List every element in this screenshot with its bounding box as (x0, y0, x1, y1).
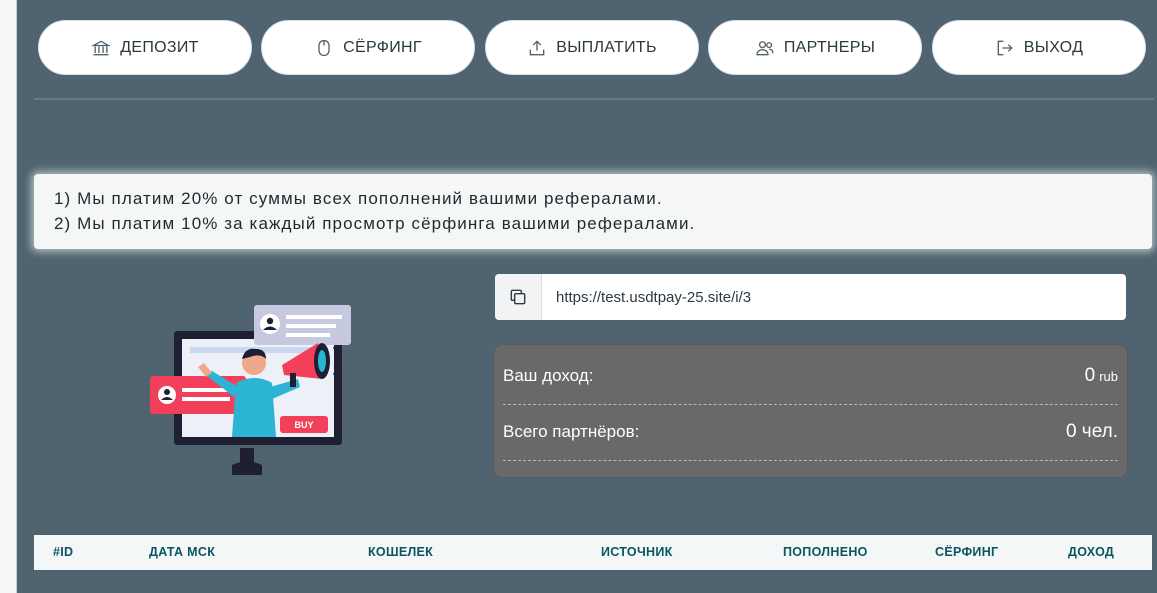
top-nav: ДЕПОЗИТ СЁРФИНГ ВЫПЛАТИТЬ ПАРТНЕРЫ ВЫХОД (38, 20, 1148, 77)
left-edge (0, 0, 17, 593)
buy-badge-text: BUY (294, 420, 313, 430)
upload-icon (529, 39, 545, 55)
deposit-button[interactable]: ДЕПОЗИТ (38, 20, 252, 75)
column-header-id: #ID (53, 545, 74, 559)
column-header-surfing: СЁРФИНГ (935, 545, 999, 559)
logout-button[interactable]: ВЫХОД (932, 20, 1146, 75)
partners-row: Всего партнёров: 0 чел. (503, 404, 1118, 461)
partners-count-value: 0 чел. (1065, 421, 1118, 442)
income-value-wrap: 0 rub (1085, 365, 1118, 387)
notice-line-2: 2) Мы платим 10% за каждый просмотр сёрф… (54, 214, 696, 233)
income-row: Ваш доход: 0 rub (503, 348, 1118, 405)
copy-link-button[interactable] (495, 274, 542, 320)
referral-link-field[interactable]: https://test.usdtpay-25.site/i/3 (542, 274, 1126, 320)
users-icon (756, 40, 774, 55)
referral-link-box: https://test.usdtpay-25.site/i/3 (495, 274, 1126, 320)
partners-button[interactable]: ПАРТНЕРЫ (708, 20, 922, 75)
column-header-deposited: ПОПОЛНЕНО (783, 545, 868, 559)
payout-button[interactable]: ВЫПЛАТИТЬ (485, 20, 699, 75)
marketing-illustration: BUY (150, 303, 355, 478)
column-header-wallet: КОШЕЛЕК (368, 545, 434, 559)
income-label: Ваш доход: (503, 366, 594, 385)
deposit-label: ДЕПОЗИТ (120, 38, 199, 56)
column-header-income: ДОХОД (1068, 545, 1115, 559)
partners-count-label: Всего партнёров: (503, 422, 640, 441)
divider (34, 98, 1154, 100)
partners-table-header: #ID ДАТА МСК КОШЕЛЕК ИСТОЧНИК ПОПОЛНЕНО … (34, 535, 1152, 570)
logout-label: ВЫХОД (1023, 38, 1084, 56)
bank-icon (91, 40, 112, 55)
column-header-source: ИСТОЧНИК (601, 545, 673, 559)
notice-line-1: 1) Мы платим 20% от суммы всех пополнени… (54, 189, 663, 208)
referral-terms-notice: 1) Мы платим 20% от суммы всех пополнени… (34, 174, 1152, 249)
partners-label: ПАРТНЕРЫ (783, 38, 876, 56)
copy-icon (510, 289, 526, 305)
mouse-icon (318, 39, 330, 56)
logout-icon (997, 40, 1013, 55)
surfing-button[interactable]: СЁРФИНГ (261, 20, 475, 75)
payout-label: ВЫПЛАТИТЬ (556, 38, 657, 56)
income-unit: rub (1099, 369, 1118, 384)
column-header-date: ДАТА МСК (149, 545, 216, 559)
income-value: 0 (1084, 365, 1096, 386)
surfing-label: СЁРФИНГ (343, 38, 422, 56)
stats-panel: Ваш доход: 0 rub Всего партнёров: 0 чел. (493, 344, 1128, 478)
